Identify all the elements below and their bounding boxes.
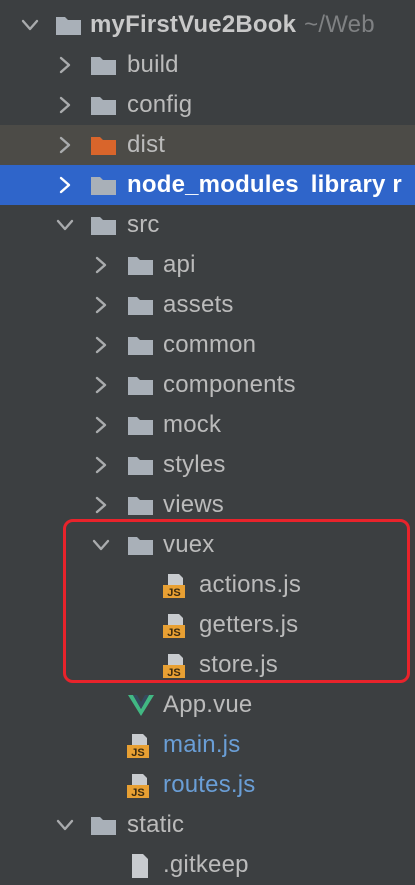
tree-row-api[interactable]: api <box>0 245 415 285</box>
folder-icon <box>90 95 117 116</box>
folder-icon <box>55 15 82 36</box>
js-badge-text: JS <box>131 787 144 799</box>
tree-row-main-js[interactable]: JS main.js <box>0 725 415 765</box>
node-modules-name: node_modules <box>127 171 299 198</box>
tree-item-label: .gitkeep <box>163 851 249 878</box>
tree-item-label: api <box>163 251 196 278</box>
tree-item-label: dist <box>127 131 166 158</box>
tree-row-assets[interactable]: assets <box>0 285 415 325</box>
tree-row-store-js[interactable]: JS store.js <box>0 645 415 685</box>
library-root-note: library r <box>310 171 402 198</box>
folder-icon <box>90 215 117 236</box>
tree-row-node-modules[interactable]: node_modules library r <box>0 165 415 205</box>
root-folder-label: myFirstVue2Book ~/Web <box>90 5 375 45</box>
chevron-right-icon[interactable] <box>91 255 111 275</box>
js-file-icon: JS <box>162 653 192 679</box>
tree-row-app-vue[interactable]: App.vue <box>0 685 415 725</box>
js-badge-text: JS <box>167 667 180 679</box>
chevron-right-icon[interactable] <box>91 495 111 515</box>
folder-icon <box>127 415 154 436</box>
chevron-right-icon[interactable] <box>55 135 75 155</box>
chevron-right-icon[interactable] <box>55 175 75 195</box>
folder-icon <box>90 815 117 836</box>
tree-row-views[interactable]: views <box>0 485 415 525</box>
project-tree: myFirstVue2Book ~/Web build config dist <box>0 0 415 878</box>
tree-item-label: actions.js <box>199 571 302 598</box>
tree-item-label: mock <box>163 411 222 438</box>
js-badge-text: JS <box>167 627 180 639</box>
tree-item-label: vuex <box>163 531 215 558</box>
root-folder-path: ~/Web <box>304 11 375 38</box>
tree-item-label: components <box>163 371 296 398</box>
chevron-down-icon[interactable] <box>91 535 111 555</box>
tree-row-vuex[interactable]: vuex <box>0 525 415 565</box>
tree-item-label: common <box>163 331 257 358</box>
tree-row-getters-js[interactable]: JS getters.js <box>0 605 415 645</box>
folder-icon <box>127 535 154 556</box>
tree-row-common[interactable]: common <box>0 325 415 365</box>
tree-row-dist[interactable]: dist <box>0 125 415 165</box>
tree-item-label: assets <box>163 291 234 318</box>
tree-item-label: src <box>127 211 160 238</box>
folder-icon <box>127 335 154 356</box>
tree-item-label: App.vue <box>163 691 253 718</box>
tree-row-mock[interactable]: mock <box>0 405 415 445</box>
folder-icon <box>127 255 154 276</box>
js-badge-text: JS <box>131 747 144 759</box>
folder-icon <box>90 55 117 76</box>
tree-item-label: views <box>163 491 225 518</box>
tree-row-actions-js[interactable]: JS actions.js <box>0 565 415 605</box>
tree-item-label: static <box>127 811 185 838</box>
folder-icon <box>127 455 154 476</box>
chevron-right-icon[interactable] <box>91 335 111 355</box>
tree-row-routes-js[interactable]: JS routes.js <box>0 765 415 805</box>
chevron-right-icon[interactable] <box>91 455 111 475</box>
excluded-folder-icon <box>90 135 117 156</box>
chevron-right-icon[interactable] <box>91 375 111 395</box>
file-icon <box>126 853 156 879</box>
chevron-right-icon[interactable] <box>91 415 111 435</box>
tree-item-label: config <box>127 91 193 118</box>
tree-row-gitkeep[interactable]: .gitkeep <box>0 845 415 885</box>
tree-item-label: routes.js <box>163 771 256 798</box>
tree-row-static[interactable]: static <box>0 805 415 845</box>
tree-row-build[interactable]: build <box>0 45 415 85</box>
root-folder-name: myFirstVue2Book <box>90 11 297 38</box>
js-file-icon: JS <box>126 733 156 759</box>
folder-icon <box>127 295 154 316</box>
tree-item-label: styles <box>163 451 226 478</box>
vue-file-icon <box>128 694 154 716</box>
tree-row-styles[interactable]: styles <box>0 445 415 485</box>
tree-item-label: getters.js <box>199 611 299 638</box>
tree-item-label: main.js <box>163 731 241 758</box>
js-file-icon: JS <box>126 773 156 799</box>
chevron-right-icon[interactable] <box>91 295 111 315</box>
tree-row-components[interactable]: components <box>0 365 415 405</box>
tree-row-root[interactable]: myFirstVue2Book ~/Web <box>0 5 415 45</box>
tree-row-src[interactable]: src <box>0 205 415 245</box>
tree-item-label: node_modules library r <box>127 165 402 205</box>
tree-row-config[interactable]: config <box>0 85 415 125</box>
folder-icon <box>127 495 154 516</box>
chevron-down-icon[interactable] <box>55 215 75 235</box>
chevron-down-icon[interactable] <box>20 15 40 35</box>
js-file-icon: JS <box>162 573 192 599</box>
chevron-right-icon[interactable] <box>55 95 75 115</box>
js-file-icon: JS <box>162 613 192 639</box>
js-badge-text: JS <box>167 587 180 599</box>
folder-icon <box>127 375 154 396</box>
tree-item-label: store.js <box>199 651 278 678</box>
chevron-right-icon[interactable] <box>55 55 75 75</box>
folder-icon <box>90 175 117 196</box>
chevron-down-icon[interactable] <box>55 815 75 835</box>
tree-item-label: build <box>127 51 179 78</box>
